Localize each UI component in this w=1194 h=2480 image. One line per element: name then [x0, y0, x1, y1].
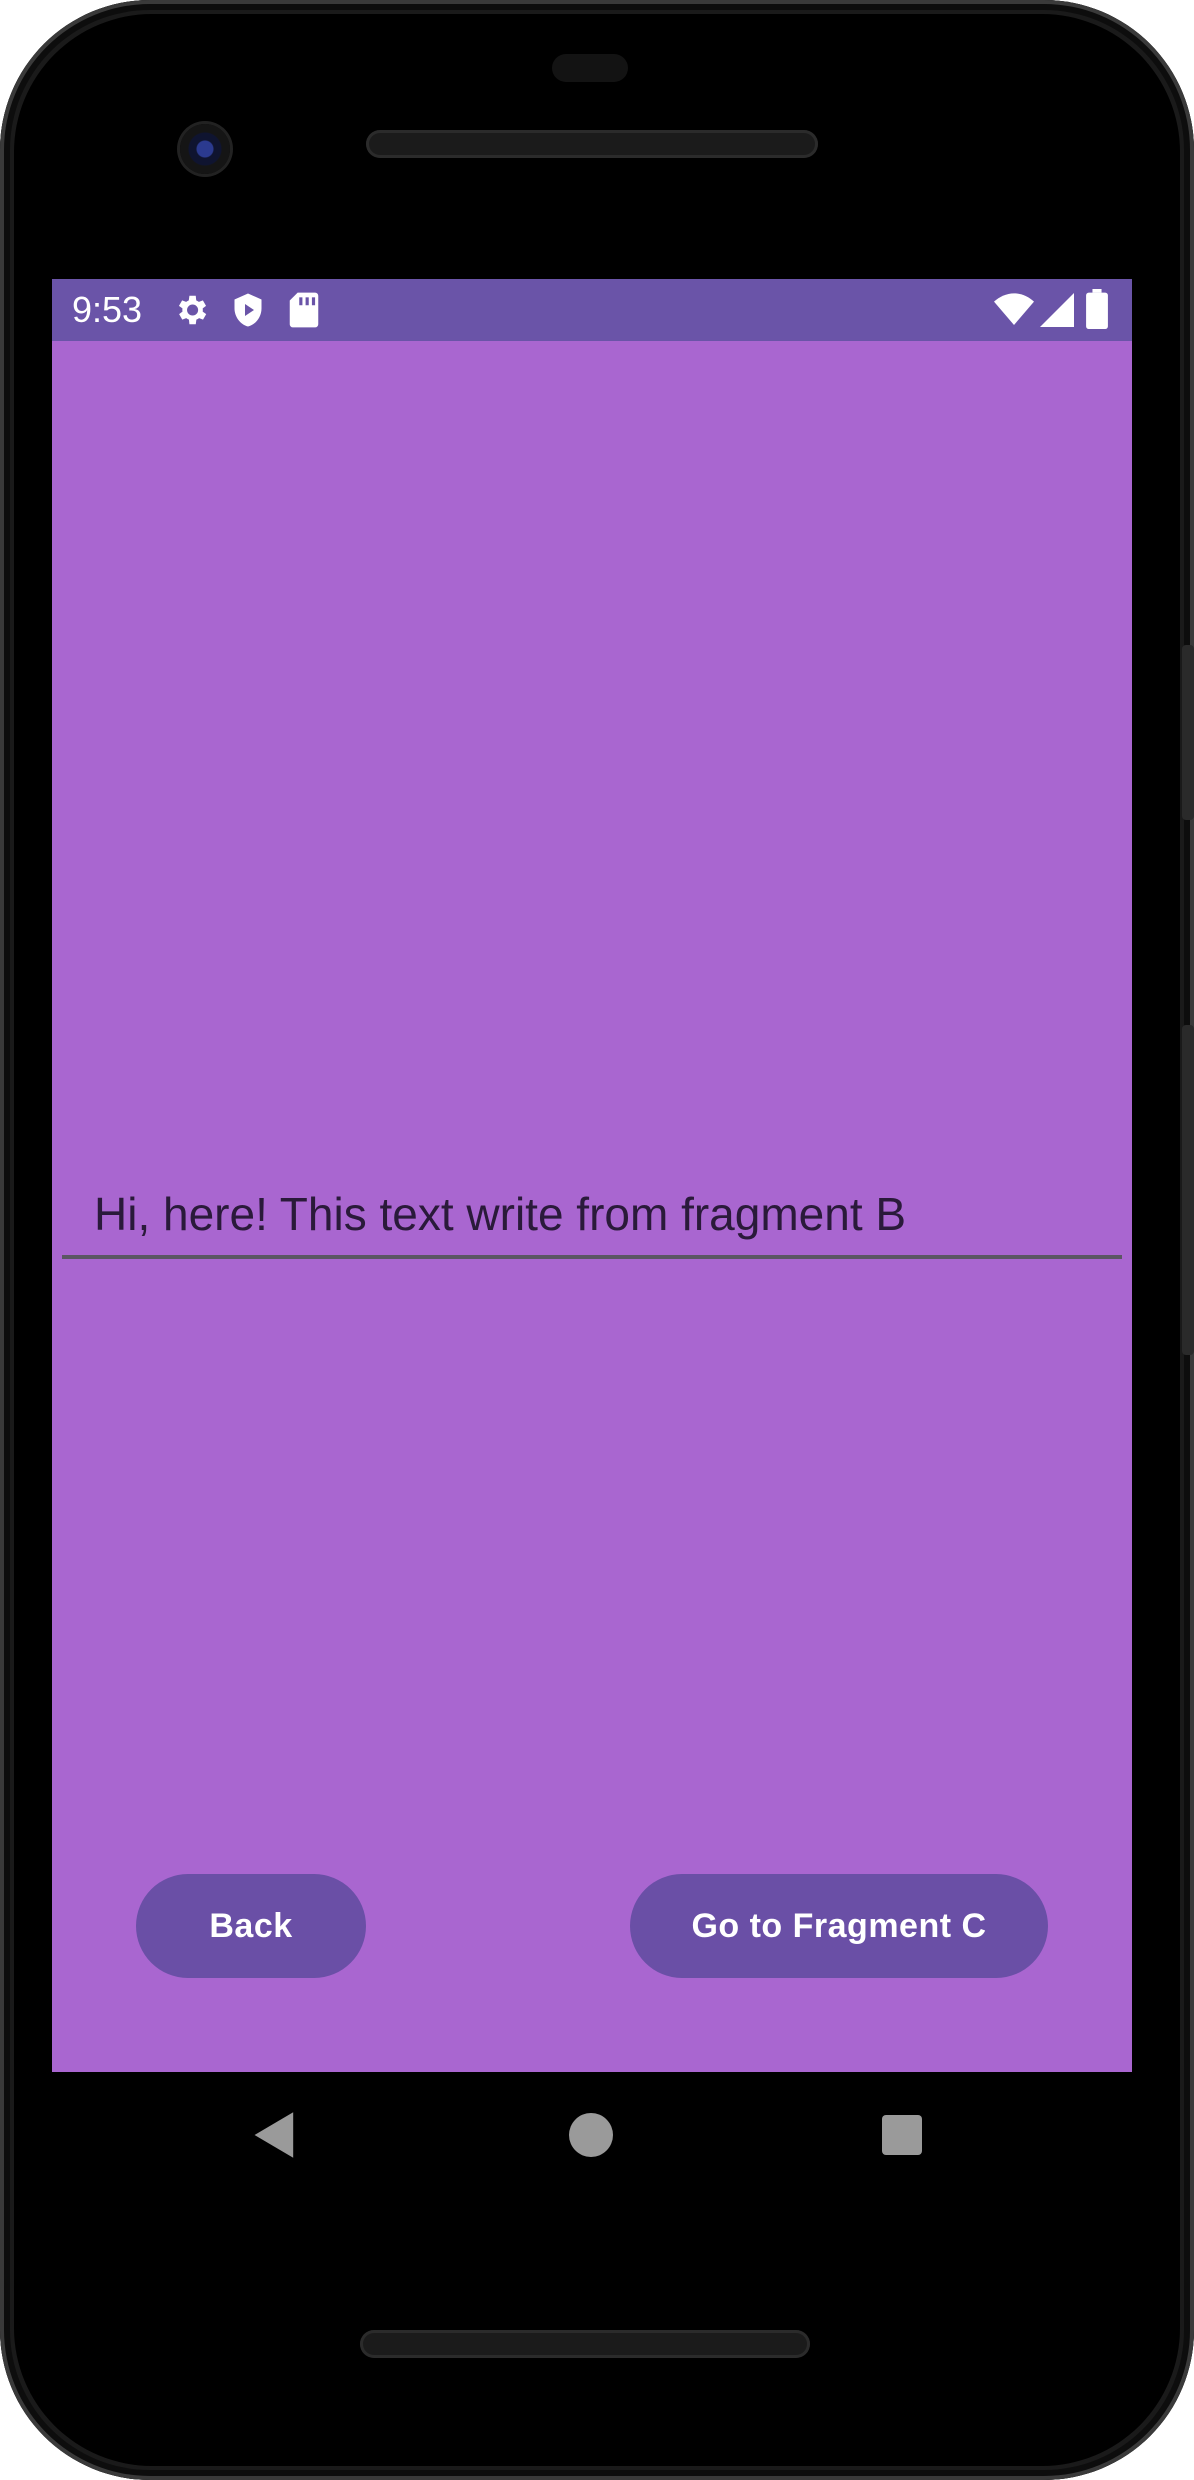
- status-bar: 9:53: [52, 279, 1132, 341]
- back-button[interactable]: Back: [136, 1874, 366, 1978]
- top-speaker: [366, 130, 818, 158]
- proximity-sensor: [552, 54, 628, 82]
- message-text-field[interactable]: Hi, here! This text write from fragment …: [62, 1159, 1122, 1259]
- text-field-underline: [62, 1255, 1122, 1259]
- app-screen: 9:53 Hi, here! This text write from frag…: [52, 279, 1132, 2072]
- nav-back-icon[interactable]: [252, 2110, 298, 2165]
- shield-play-icon: [230, 291, 266, 334]
- text-field-value: Hi, here! This text write from fragment …: [94, 1188, 907, 1240]
- side-button-bottom: [1182, 1025, 1194, 1355]
- sd-card-icon: [288, 291, 320, 334]
- nav-recents-icon[interactable]: [882, 2115, 922, 2160]
- bottom-speaker: [360, 2330, 810, 2358]
- go-to-fragment-c-button[interactable]: Go to Fragment C: [630, 1874, 1048, 1978]
- nav-home-icon[interactable]: [569, 2113, 613, 2162]
- wifi-icon: [994, 293, 1034, 332]
- side-button-top: [1182, 645, 1194, 820]
- front-camera: [180, 124, 230, 174]
- settings-icon: [172, 291, 210, 334]
- status-time: 9:53: [72, 289, 143, 330]
- cell-signal-icon: [1040, 293, 1074, 332]
- battery-icon: [1086, 289, 1108, 334]
